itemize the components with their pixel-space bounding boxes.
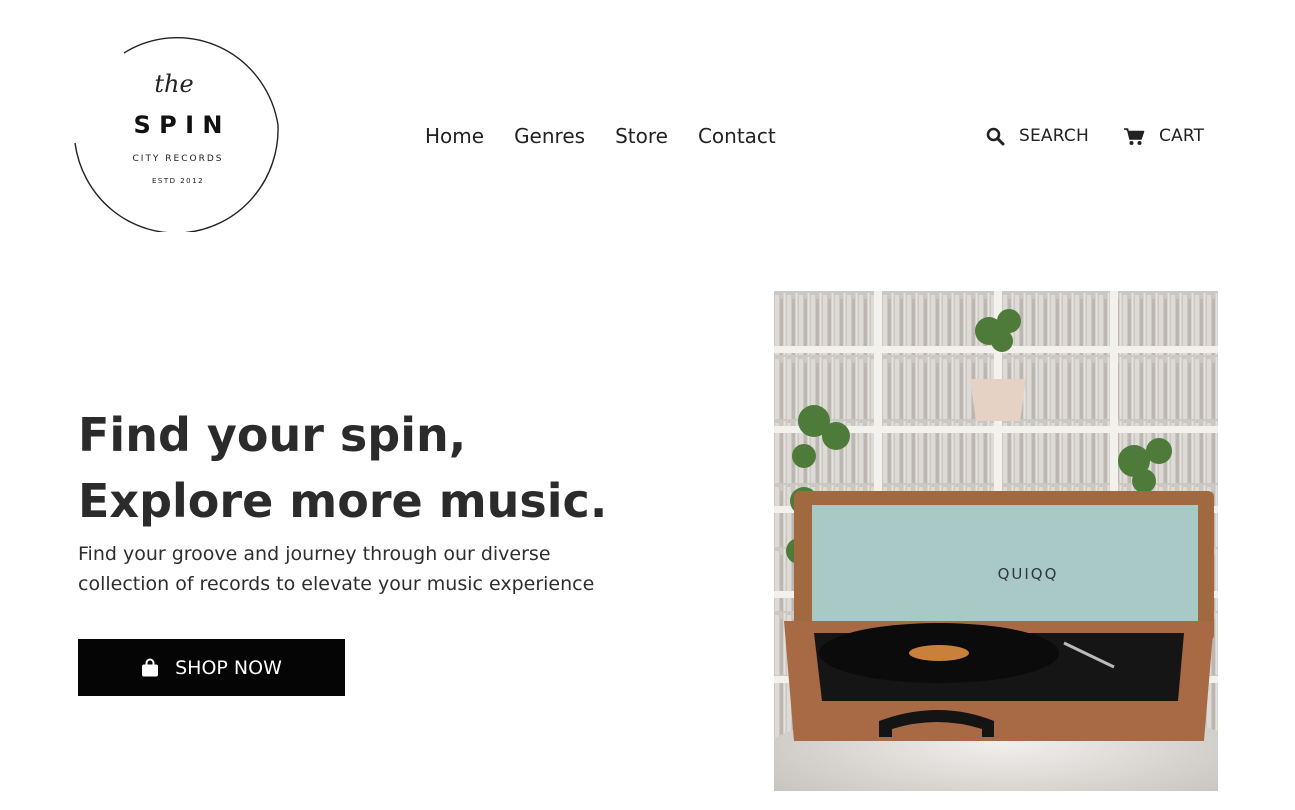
- search-button[interactable]: SEARCH: [986, 122, 1089, 150]
- logo-script-text: the: [154, 70, 193, 98]
- hero-subtitle: Find your groove and journey through our…: [78, 543, 595, 595]
- logo-established: ESTD 2012: [152, 177, 204, 185]
- hero-title: Find your spin, Explore more music.: [78, 402, 607, 534]
- nav-item-contact[interactable]: Contact: [698, 122, 776, 150]
- turntable-brand-text: QUIQQ: [998, 565, 1059, 583]
- site-logo[interactable]: the S P I N CITY RECORDS ESTD 2012: [72, 18, 282, 232]
- search-label: SEARCH: [1019, 126, 1089, 146]
- cart-button[interactable]: CART: [1123, 122, 1204, 150]
- shop-now-button[interactable]: SHOP NOW: [78, 639, 345, 696]
- logo-tagline: CITY RECORDS: [133, 154, 224, 164]
- search-icon: [986, 127, 1005, 145]
- cart-icon: [1124, 127, 1145, 145]
- main-nav: Home Genres Store Contact: [425, 122, 776, 150]
- nav-item-genres[interactable]: Genres: [514, 122, 585, 150]
- hero-image: QUIQQ: [774, 291, 1218, 791]
- shopping-bag-icon: [142, 658, 159, 677]
- shop-now-label: SHOP NOW: [175, 656, 282, 679]
- nav-item-home[interactable]: Home: [425, 122, 484, 150]
- logo-brand-name: S P I N: [134, 111, 223, 139]
- hero-title-line-2: Explore more music.: [78, 474, 608, 528]
- hero-title-line-1: Find your spin,: [78, 408, 467, 462]
- nav-item-store[interactable]: Store: [615, 122, 668, 150]
- cart-label: CART: [1159, 126, 1205, 146]
